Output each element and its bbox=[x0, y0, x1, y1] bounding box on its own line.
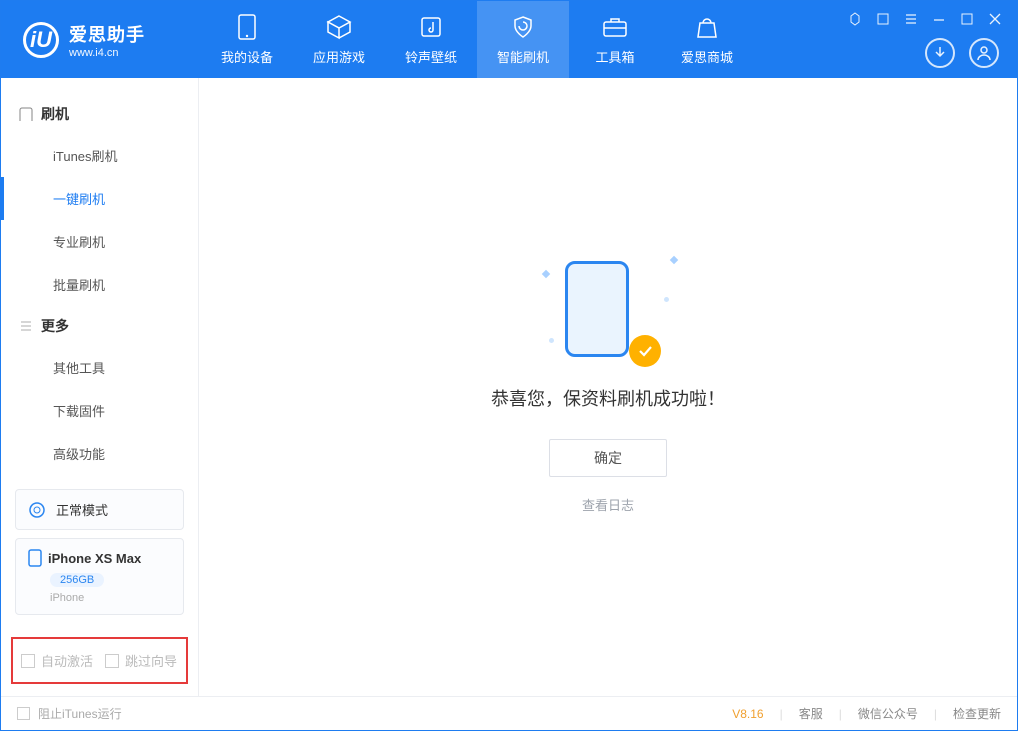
cube-icon bbox=[326, 14, 352, 40]
device-name: iPhone XS Max bbox=[48, 551, 141, 566]
nav-label: 应用游戏 bbox=[313, 47, 365, 66]
sidebar-item-itunes-flash[interactable]: iTunes刷机 bbox=[1, 134, 198, 177]
nav-smart-flash[interactable]: 智能刷机 bbox=[477, 1, 569, 78]
music-icon bbox=[418, 14, 444, 40]
sidebar-item-oneclick-flash[interactable]: 一键刷机 bbox=[1, 177, 198, 220]
logo-icon: iU bbox=[23, 22, 59, 58]
checkbox-label: 跳过向导 bbox=[125, 651, 177, 670]
nav-my-device[interactable]: 我的设备 bbox=[201, 1, 293, 78]
shield-icon bbox=[510, 14, 536, 40]
nav-ringtone-wallpaper[interactable]: 铃声壁纸 bbox=[385, 1, 477, 78]
checkbox-icon bbox=[21, 654, 35, 668]
briefcase-icon bbox=[602, 14, 628, 40]
nav-label: 爱思商城 bbox=[681, 47, 733, 66]
sidebar-scroll: 刷机 iTunes刷机 一键刷机 专业刷机 批量刷机 更多 其他工具 下载固件 … bbox=[1, 78, 198, 481]
maximize-icon[interactable] bbox=[959, 11, 975, 27]
logo-area: iU 爱思助手 www.i4.cn bbox=[1, 21, 201, 59]
check-badge-icon bbox=[629, 335, 661, 367]
phone-icon bbox=[234, 14, 260, 40]
success-message: 恭喜您，保资料刷机成功啦！ bbox=[491, 385, 725, 411]
checkbox-label: 自动激活 bbox=[41, 651, 93, 670]
list-icon bbox=[19, 319, 33, 333]
device-type: iPhone bbox=[50, 592, 171, 604]
mode-label: 正常模式 bbox=[56, 500, 108, 519]
sidebar-item-batch-flash[interactable]: 批量刷机 bbox=[1, 263, 198, 306]
window-controls bbox=[847, 11, 1003, 27]
sidebar-group-flash: 刷机 bbox=[1, 94, 198, 134]
support-link[interactable]: 客服 bbox=[799, 705, 823, 722]
checkbox-skip-guide[interactable]: 跳过向导 bbox=[105, 651, 177, 670]
download-icon[interactable] bbox=[925, 38, 955, 68]
device-icon bbox=[19, 107, 33, 121]
footer-right: V8.16 | 客服 | 微信公众号 | 检查更新 bbox=[732, 705, 1001, 722]
version-label: V8.16 bbox=[732, 707, 763, 721]
block-itunes-label[interactable]: 阻止iTunes运行 bbox=[38, 705, 122, 722]
nav-store[interactable]: 爱思商城 bbox=[661, 1, 753, 78]
group-label: 刷机 bbox=[41, 104, 69, 124]
checkbox-auto-activate[interactable]: 自动激活 bbox=[21, 651, 93, 670]
body: 刷机 iTunes刷机 一键刷机 专业刷机 批量刷机 更多 其他工具 下载固件 … bbox=[1, 78, 1017, 696]
sidebar: 刷机 iTunes刷机 一键刷机 专业刷机 批量刷机 更多 其他工具 下载固件 … bbox=[1, 78, 199, 696]
mode-box[interactable]: 正常模式 bbox=[15, 489, 184, 530]
phone-small-icon bbox=[28, 549, 42, 567]
logo-text: 爱思助手 www.i4.cn bbox=[69, 21, 145, 59]
success-illustration bbox=[565, 261, 651, 361]
wechat-link[interactable]: 微信公众号 bbox=[858, 705, 918, 722]
settings1-icon[interactable] bbox=[847, 11, 863, 27]
highlight-box: 自动激活 跳过向导 bbox=[11, 637, 188, 684]
sidebar-item-advanced[interactable]: 高级功能 bbox=[1, 432, 198, 475]
update-link[interactable]: 检查更新 bbox=[953, 705, 1001, 722]
device-name-row: iPhone XS Max bbox=[28, 549, 171, 567]
sidebar-item-other-tools[interactable]: 其他工具 bbox=[1, 346, 198, 389]
nav-label: 工具箱 bbox=[595, 47, 634, 66]
sidebar-group-more: 更多 bbox=[1, 306, 198, 346]
header-actions bbox=[925, 38, 999, 68]
phone-graphic-icon bbox=[565, 261, 629, 357]
app-subtitle: www.i4.cn bbox=[69, 47, 145, 59]
user-icon[interactable] bbox=[969, 38, 999, 68]
app-window: iU 爱思助手 www.i4.cn 我的设备 应用游戏 铃声壁纸 智能刷机 bbox=[0, 0, 1018, 731]
nav-label: 铃声壁纸 bbox=[405, 47, 457, 66]
footer: 阻止iTunes运行 V8.16 | 客服 | 微信公众号 | 检查更新 bbox=[1, 696, 1017, 730]
nav-toolbox[interactable]: 工具箱 bbox=[569, 1, 661, 78]
sidebar-item-pro-flash[interactable]: 专业刷机 bbox=[1, 220, 198, 263]
main-content: 恭喜您，保资料刷机成功啦！ 确定 查看日志 bbox=[199, 78, 1017, 696]
bag-icon bbox=[694, 14, 720, 40]
minimize-icon[interactable] bbox=[931, 11, 947, 27]
group-label: 更多 bbox=[41, 316, 69, 336]
view-log-link[interactable]: 查看日志 bbox=[582, 495, 634, 514]
header: iU 爱思助手 www.i4.cn 我的设备 应用游戏 铃声壁纸 智能刷机 bbox=[1, 1, 1017, 78]
checkbox-icon bbox=[105, 654, 119, 668]
sync-icon bbox=[28, 501, 46, 519]
sidebar-item-download-firmware[interactable]: 下载固件 bbox=[1, 389, 198, 432]
menu-icon[interactable] bbox=[903, 11, 919, 27]
close-icon[interactable] bbox=[987, 11, 1003, 27]
ok-button[interactable]: 确定 bbox=[549, 439, 667, 477]
nav-label: 我的设备 bbox=[221, 47, 273, 66]
skin-icon[interactable] bbox=[875, 11, 891, 27]
device-box[interactable]: iPhone XS Max 256GB iPhone bbox=[15, 538, 184, 615]
nav-apps-games[interactable]: 应用游戏 bbox=[293, 1, 385, 78]
checkbox-icon[interactable] bbox=[17, 707, 30, 720]
app-title: 爱思助手 bbox=[69, 21, 145, 47]
nav-tabs: 我的设备 应用游戏 铃声壁纸 智能刷机 工具箱 爱思商城 bbox=[201, 1, 753, 78]
device-storage: 256GB bbox=[50, 573, 104, 587]
nav-label: 智能刷机 bbox=[497, 47, 549, 66]
